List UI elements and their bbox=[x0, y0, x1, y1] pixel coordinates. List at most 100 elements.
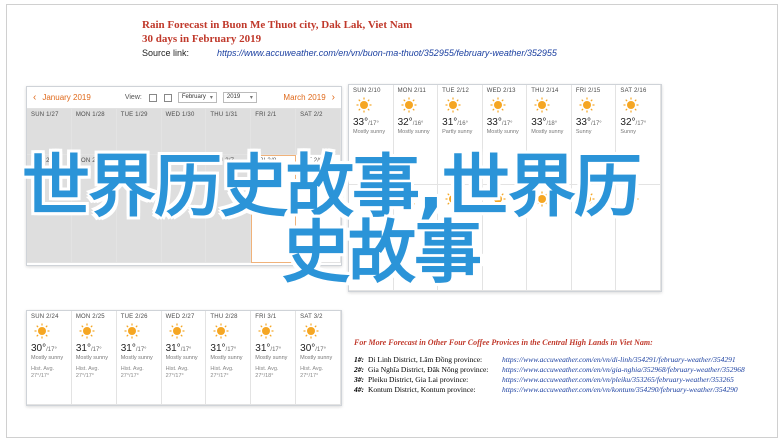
calendar-day-cell[interactable]: MON 1/28 bbox=[71, 109, 117, 155]
sunny-icon bbox=[34, 323, 50, 339]
high-low-temp: 30°/17° bbox=[300, 343, 327, 354]
day-label: MON 2/25 bbox=[75, 314, 105, 320]
district-name: Kontum District, Kontum province: bbox=[368, 385, 476, 394]
calendar-day-cell[interactable]: FRI 2/15 33°/17° Sunny bbox=[571, 85, 617, 185]
low-temp: /16° bbox=[412, 121, 424, 127]
historical-average: Hist. Avg. 27°/17° bbox=[300, 366, 324, 379]
grid-view-icon[interactable] bbox=[148, 93, 157, 102]
list-view-icon[interactable] bbox=[163, 93, 172, 102]
high-low-temp: 33°/17° bbox=[486, 117, 513, 128]
calendar-day-cell[interactable] bbox=[393, 185, 439, 291]
calendar-day-cell[interactable] bbox=[438, 185, 483, 291]
year-select[interactable]: 2019 bbox=[222, 92, 257, 103]
calendar-day-cell[interactable]: MON 2/11 32°/16° Mostly sunny bbox=[393, 85, 439, 185]
forecast-link-row: 2#: Gia Nghĩa District, Đăk Nông province… bbox=[354, 365, 774, 375]
sunny-icon bbox=[623, 191, 639, 207]
calendar-day-cell[interactable]: THU 2/14 33°/18° Mostly sunny bbox=[527, 85, 572, 185]
forecast-link[interactable]: https://www.accuweather.com/en/vn/kontum… bbox=[502, 385, 738, 395]
calendar-panel-bottom: SUN 2/24 30°/17° Mostly sunny Hist. Avg. 27… bbox=[26, 310, 342, 406]
low-temp: /17° bbox=[635, 121, 647, 127]
forecast-link[interactable]: https://www.accuweather.com/en/vn/di-lin… bbox=[502, 355, 736, 365]
calendar-day-cell[interactable] bbox=[571, 185, 617, 291]
district-name: Pleiku District, Gia Lai province: bbox=[368, 375, 469, 384]
weather-description: Mostly sunny bbox=[255, 355, 288, 361]
calendar-day-cell[interactable]: FRI 2/8 bbox=[251, 155, 297, 263]
high-low-temp: 32°/17° bbox=[620, 117, 647, 128]
calendar-week-4 bbox=[349, 185, 661, 291]
calendar-day-cell[interactable]: SAT 3/2 30°/17° Mostly sunny Hist. Avg. 27°… bbox=[296, 311, 341, 405]
high-low-temp: 33°/17° bbox=[575, 117, 602, 128]
district-name: Di Linh District, Lâm Đồng province: bbox=[368, 355, 483, 364]
low-temp: /17° bbox=[225, 347, 237, 353]
sunny-icon bbox=[445, 191, 461, 207]
calendar-day-cell[interactable]: SUN 1/27 bbox=[27, 109, 72, 155]
next-month-link[interactable]: March 2019 bbox=[283, 92, 335, 103]
calendar-day-cell[interactable]: TUE 1/29 bbox=[116, 109, 162, 155]
calendar-week-1: SUN 1/27 MON 1/28 TUE 1/29 WED 1/30 THU 1/31… bbox=[27, 109, 341, 155]
more-forecast-title: For More Forecast in Other Four Coffee P… bbox=[354, 338, 653, 347]
forecast-link[interactable]: https://www.accuweather.com/en/vn/gia-ng… bbox=[502, 365, 745, 375]
sunny-icon bbox=[534, 191, 550, 207]
calendar-day-cell[interactable]: SAT 2/2 bbox=[296, 109, 341, 155]
sunny-icon bbox=[356, 97, 372, 113]
calendar-day-cell[interactable]: WED 2/6 bbox=[161, 155, 207, 263]
sunny-icon bbox=[79, 323, 95, 339]
calendar-panel-left: January 2019 View: February 2019 March 2… bbox=[26, 86, 342, 266]
month-select[interactable]: February bbox=[177, 92, 217, 103]
prev-month-link[interactable]: January 2019 bbox=[33, 92, 90, 103]
low-temp: /18° bbox=[546, 121, 558, 127]
calendar-day-cell[interactable]: THU 1/31 bbox=[206, 109, 252, 155]
historical-average: Hist. Avg. 27°/18° bbox=[255, 366, 279, 379]
calendar-week-3: SUN 2/10 33°/17° Mostly sunny MON 2/11 32°/1… bbox=[349, 85, 661, 185]
high-low-temp: 31°/17° bbox=[210, 343, 237, 354]
view-label: View: bbox=[124, 94, 142, 101]
day-label: FRI 3/1 bbox=[255, 314, 277, 320]
calendar-day-cell[interactable]: WED 1/30 bbox=[161, 109, 207, 155]
day-label: TUE 2/12 bbox=[442, 88, 470, 94]
page-title: Rain Forecast in Buon Me Thuot city, Dak… bbox=[142, 19, 413, 31]
weather-description: Mostly sunny bbox=[165, 355, 198, 361]
calendar-day-cell[interactable]: WED 2/13 33°/17° Mostly sunny bbox=[482, 85, 528, 185]
weather-description: Mostly sunny bbox=[486, 129, 519, 135]
calendar-day-cell[interactable]: SAT 2/16 32°/17° Sunny bbox=[616, 85, 661, 185]
weather-description: Mostly sunny bbox=[75, 355, 108, 361]
calendar-day-cell[interactable] bbox=[616, 185, 661, 291]
day-label: SAT 2/16 bbox=[620, 88, 647, 94]
district-name: Gia Nghĩa District, Đăk Nông province: bbox=[368, 365, 489, 374]
low-temp: /17° bbox=[270, 347, 282, 353]
calendar-day-cell[interactable]: TUE 2/12 31°/16° Partly sunny bbox=[438, 85, 483, 185]
day-label: WED 2/27 bbox=[165, 314, 195, 320]
day-label: SUN 2/24 bbox=[31, 314, 59, 320]
weather-description: Partly sunny bbox=[442, 129, 473, 135]
calendar-day-cell[interactable]: WED 2/27 31°/17° Mostly sunny Hist. Avg. 27… bbox=[161, 311, 207, 405]
calendar-day-cell[interactable]: THU 2/28 31°/17° Mostly sunny Hist. Avg. 27… bbox=[206, 311, 252, 405]
calendar-day-cell[interactable]: TUE 2/5 bbox=[116, 155, 162, 263]
page-header: Rain Forecast in Buon Me Thuot city, Dak… bbox=[142, 18, 742, 58]
sunny-icon bbox=[490, 191, 506, 207]
historical-average: Hist. Avg. 27°/17° bbox=[120, 366, 144, 379]
source-link[interactable]: https://www.accuweather.com/en/vn/buon-m… bbox=[217, 48, 557, 58]
calendar-day-cell[interactable]: FRI 2/1 bbox=[251, 109, 297, 155]
sunny-icon bbox=[356, 191, 372, 207]
forecast-link[interactable]: https://www.accuweather.com/en/vn/pleiku… bbox=[502, 375, 734, 385]
calendar-day-cell[interactable]: FRI 3/1 31°/17° Mostly sunny Hist. Avg. 27°… bbox=[251, 311, 297, 405]
day-label: MON 1/28 bbox=[75, 112, 105, 118]
calendar-day-cell[interactable]: MON 2/4 bbox=[71, 155, 117, 263]
day-label: FRI 2/1 bbox=[255, 112, 277, 118]
sunny-icon bbox=[490, 97, 506, 113]
calendar-day-cell[interactable] bbox=[349, 185, 394, 291]
calendar-day-cell[interactable]: SUN 2/24 30°/17° Mostly sunny Hist. Avg. 27… bbox=[27, 311, 72, 405]
calendar-day-cell[interactable]: SUN 2/3 bbox=[27, 155, 72, 263]
calendar-day-cell[interactable]: SUN 2/10 33°/17° Mostly sunny bbox=[349, 85, 394, 185]
source-line: Source link: https://www.accuweather.com/… bbox=[142, 48, 742, 58]
calendar-day-cell[interactable]: TUE 2/26 31°/17° Mostly sunny Hist. Avg. 27… bbox=[116, 311, 162, 405]
calendar-day-cell[interactable] bbox=[527, 185, 572, 291]
forecast-link-row: 4#: Kontum District, Kontum province: http… bbox=[354, 385, 774, 395]
calendar-day-cell[interactable] bbox=[482, 185, 528, 291]
weather-description: Mostly sunny bbox=[210, 355, 243, 361]
row-number: 1#: bbox=[354, 355, 364, 364]
calendar-day-cell[interactable]: MON 2/25 31°/17° Mostly sunny Hist. Avg. 27… bbox=[71, 311, 117, 405]
sunny-icon bbox=[258, 323, 274, 339]
calendar-day-cell[interactable]: SAT 2/9 bbox=[296, 155, 341, 263]
calendar-day-cell[interactable]: THU 2/7 bbox=[206, 155, 252, 263]
